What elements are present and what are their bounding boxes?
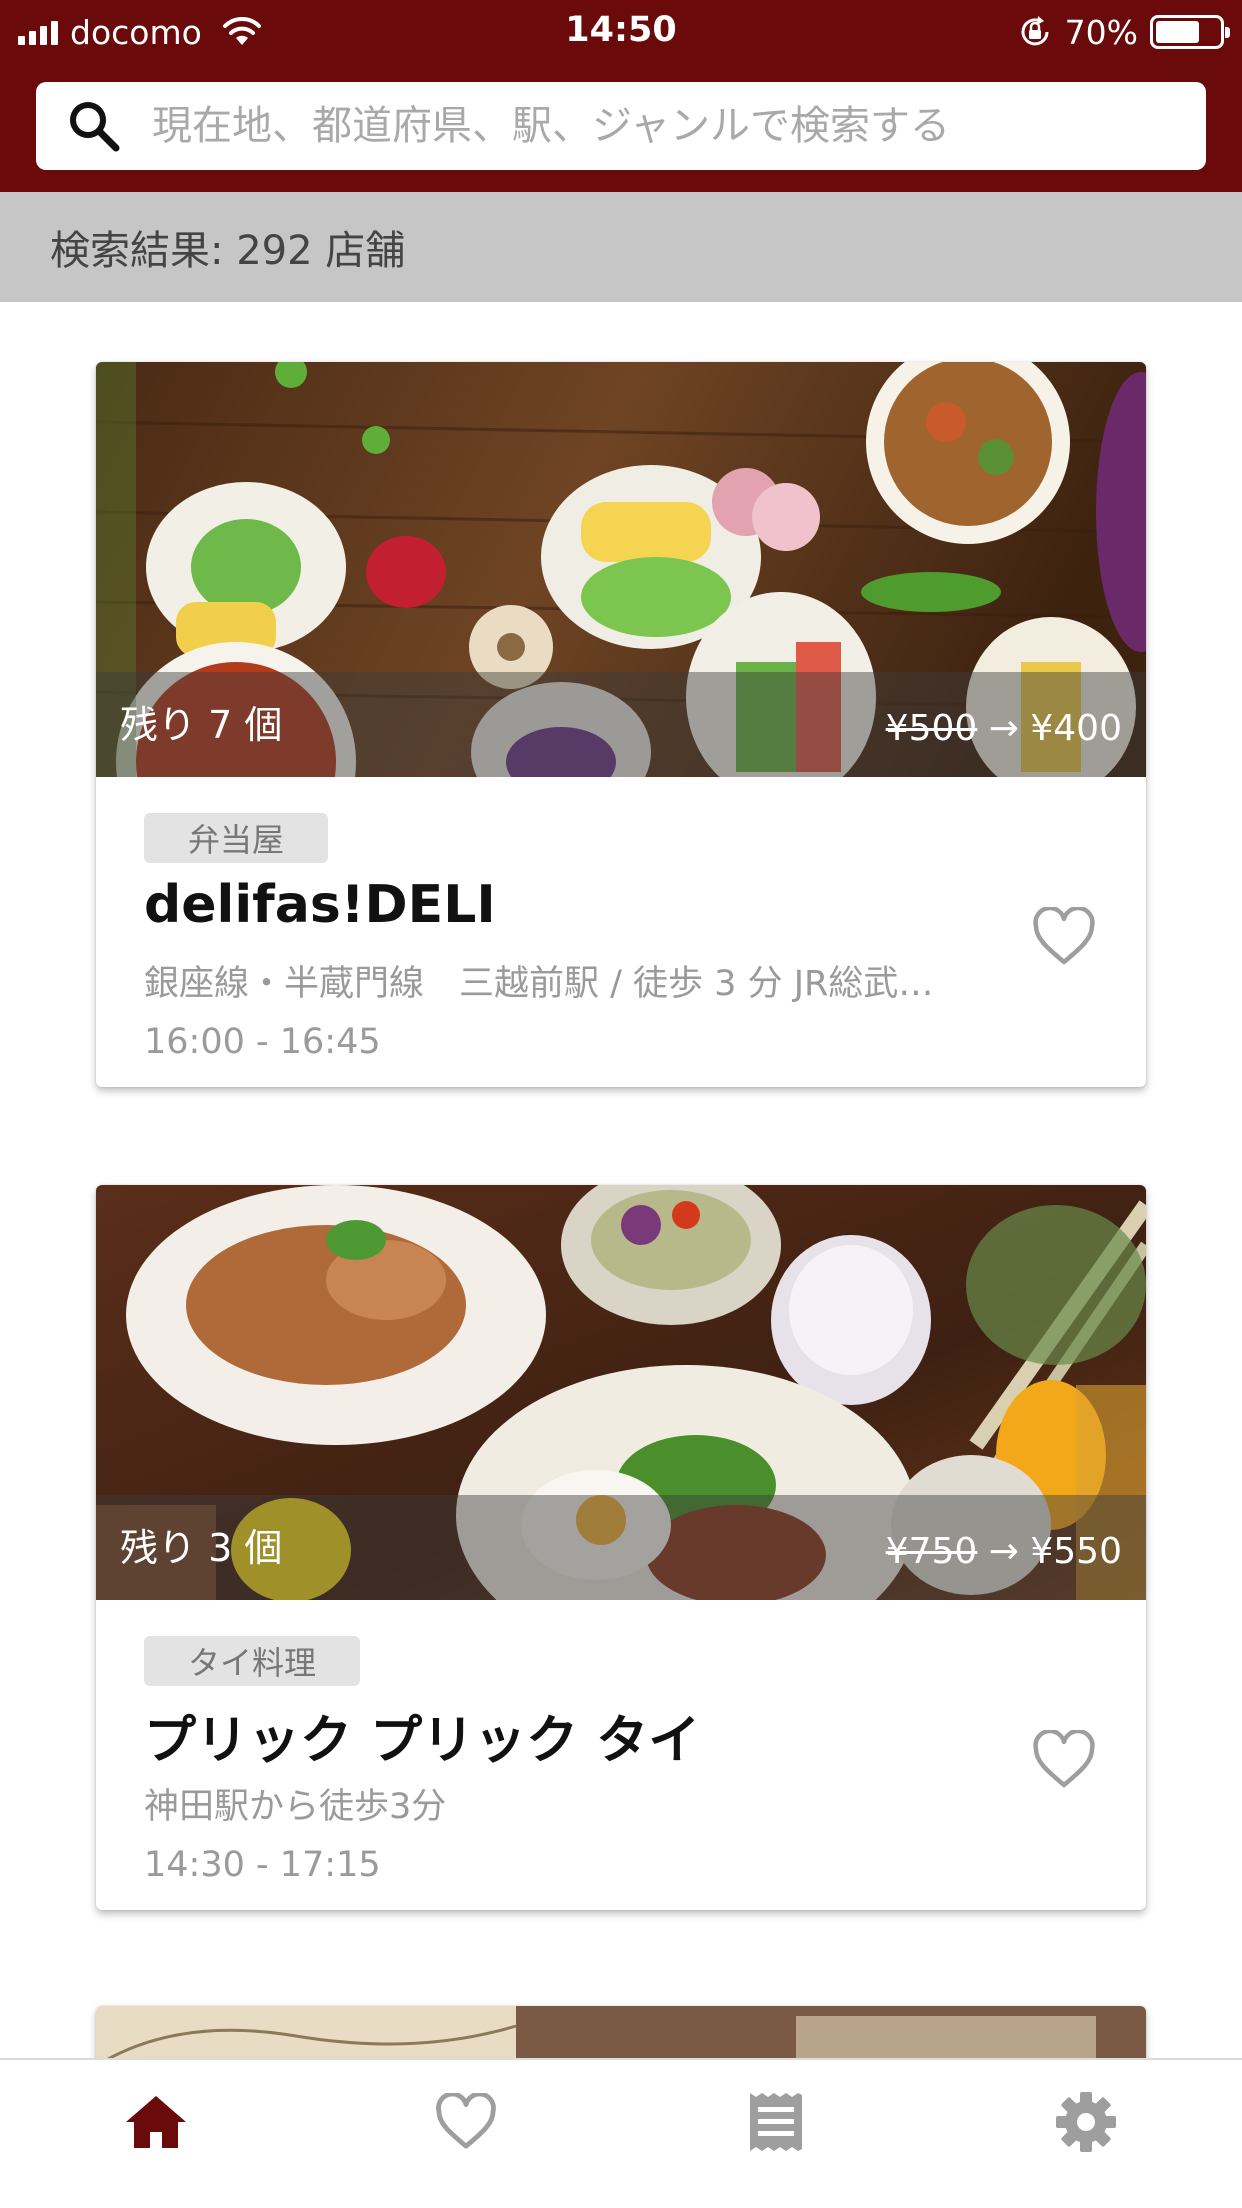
tab-settings[interactable] (1046, 2082, 1126, 2162)
gear-icon (1056, 2092, 1116, 2152)
original-price: ¥750 (885, 1531, 978, 1572)
status-bar: docomo 14:50 70% (0, 0, 1242, 62)
discount-price: ¥550 (1030, 1531, 1122, 1572)
tab-home[interactable] (116, 2082, 196, 2162)
pickup-hours: 16:00 - 16:45 (144, 1022, 381, 1062)
tab-favorites[interactable] (426, 2082, 506, 2162)
receipt-icon (750, 2093, 802, 2151)
app-header: docomo 14:50 70% (0, 0, 1242, 192)
remaining-count: 残り 7 個 (120, 703, 283, 747)
price-info: ¥500 → ¥400 (886, 708, 1122, 749)
heart-icon (436, 2093, 496, 2149)
shop-card[interactable] (96, 2006, 1146, 2066)
shop-image: 残り 3 個 ¥750 → ¥550 (96, 1185, 1146, 1600)
shop-image: 残り 7 個 ¥500 → ¥400 (96, 362, 1146, 777)
battery-fill (1156, 21, 1200, 43)
shop-access: 銀座線・半蔵門線 三越前駅 / 徒歩 3 分 JR総武… (144, 964, 934, 1004)
price-arrow: → (988, 1531, 1019, 1572)
battery-icon (1150, 15, 1230, 49)
shop-card[interactable]: 残り 7 個 ¥500 → ¥400 弁当屋 delifas!DELI 銀座線・… (96, 362, 1146, 1087)
genre-tag: タイ料理 (144, 1636, 361, 1686)
tab-orders[interactable] (736, 2082, 816, 2162)
orientation-lock-icon (1021, 16, 1049, 46)
remaining-count: 残り 3 個 (120, 1526, 283, 1570)
search-bar[interactable] (36, 82, 1206, 170)
original-price: ¥500 (885, 708, 978, 749)
home-icon (126, 2096, 186, 2148)
search-icon (70, 102, 120, 152)
discount-price: ¥400 (1030, 708, 1122, 749)
favorite-heart-icon[interactable] (1032, 1730, 1096, 1790)
search-input[interactable] (152, 103, 1172, 149)
search-result-count: 検索結果: 292 店舗 (50, 228, 406, 274)
price-arrow: → (988, 708, 1019, 749)
price-info: ¥750 → ¥550 (886, 1531, 1122, 1572)
battery-percentage: 70% (1064, 12, 1138, 52)
shop-info: タイ料理 プリック プリック タイ 神田駅から徒歩3分 14:30 - 17:1… (96, 1600, 1146, 1910)
pickup-hours: 14:30 - 17:15 (144, 1845, 381, 1885)
status-right: 70% (1017, 10, 1230, 54)
shop-name: プリック プリック タイ (144, 1711, 701, 1771)
shop-card[interactable]: 残り 3 個 ¥750 → ¥550 タイ料理 プリック プリック タイ 神田駅… (96, 1185, 1146, 1910)
food-photo (96, 2006, 1146, 2066)
bottom-tab-bar (0, 2058, 1242, 2208)
shop-access: 神田駅から徒歩3分 (144, 1787, 447, 1827)
genre-tag: 弁当屋 (144, 813, 329, 863)
favorite-heart-icon[interactable] (1032, 907, 1096, 967)
search-result-bar: 検索結果: 292 店舗 (0, 192, 1242, 302)
shop-name: delifas!DELI (144, 875, 496, 935)
shop-info: 弁当屋 delifas!DELI 銀座線・半蔵門線 三越前駅 / 徒歩 3 分 … (96, 777, 1146, 1087)
